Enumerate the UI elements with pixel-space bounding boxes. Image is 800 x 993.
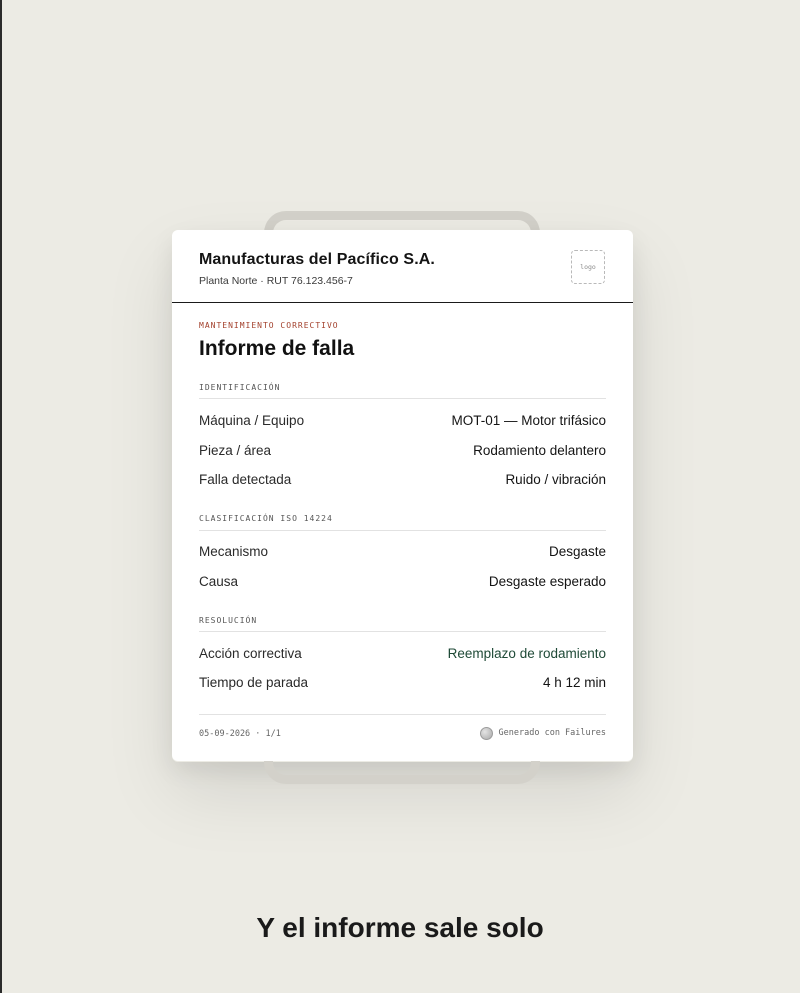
row-value: Desgaste: [548, 544, 606, 559]
detail-row-tiempo: Tiempo de parada 4 h 12 min: [199, 675, 606, 693]
section-heading-resolucion: RESOLUCIÓN: [199, 616, 258, 625]
footer-generated: Generado con Failures: [479, 725, 606, 741]
report-title: Informe de falla: [199, 337, 355, 360]
detail-row-accion: Acción correctiva Reemplazo de rodamient…: [199, 646, 606, 664]
row-value: Reemplazo de rodamiento: [447, 646, 606, 661]
generated-by-text: Generado con Failures: [498, 728, 606, 738]
footer-divider: [199, 714, 606, 715]
detail-row-mecanismo: Mecanismo Desgaste: [199, 544, 606, 562]
detail-row-pieza: Pieza / área Rodamiento delantero: [199, 443, 606, 461]
row-label: Causa: [199, 574, 239, 589]
section-divider: [199, 631, 606, 632]
row-label: Mecanismo: [199, 544, 269, 559]
row-label: Falla detectada: [199, 472, 292, 487]
section-heading-identificacion: IDENTIFICACIÓN: [199, 383, 281, 392]
brand-dot-icon: [479, 726, 493, 740]
logo-placeholder: logo: [571, 250, 605, 284]
row-label: Máquina / Equipo: [199, 413, 305, 428]
detail-row-causa: Causa Desgaste esperado: [199, 574, 606, 592]
row-label: Tiempo de parada: [199, 675, 309, 690]
left-edge-border: [0, 0, 2, 993]
row-value: Desgaste esperado: [488, 574, 606, 589]
detail-row-falla: Falla detectada Ruido / vibración: [199, 472, 606, 490]
section-heading-clasificacion: CLASIFICACIÓN ISO 14224: [199, 514, 333, 523]
row-value: 4 h 12 min: [542, 675, 606, 690]
row-label: Pieza / área: [199, 443, 272, 458]
report-kicker: MANTENIMIENTO CORRECTIVO: [199, 321, 339, 330]
report-card: Manufacturas del Pacífico S.A. Planta No…: [172, 230, 633, 761]
row-label: Acción correctiva: [199, 646, 302, 661]
detail-row-maquina: Máquina / Equipo MOT-01 — Motor trifásic…: [199, 413, 606, 431]
section-divider: [199, 398, 606, 399]
report-header: Manufacturas del Pacífico S.A. Planta No…: [172, 230, 633, 303]
company-name: Manufacturas del Pacífico S.A.: [199, 251, 435, 268]
row-value: Rodamiento delantero: [473, 443, 606, 458]
section-divider: [199, 530, 606, 531]
row-value: MOT-01 — Motor trifásico: [451, 413, 606, 428]
company-subtitle: Planta Norte · RUT 76.123.456-7: [199, 275, 353, 287]
footer-date-page: 05-09-2026 · 1/1: [199, 729, 281, 739]
caption-headline: Y el informe sale solo: [256, 912, 544, 943]
row-value: Ruido / vibración: [505, 472, 606, 487]
